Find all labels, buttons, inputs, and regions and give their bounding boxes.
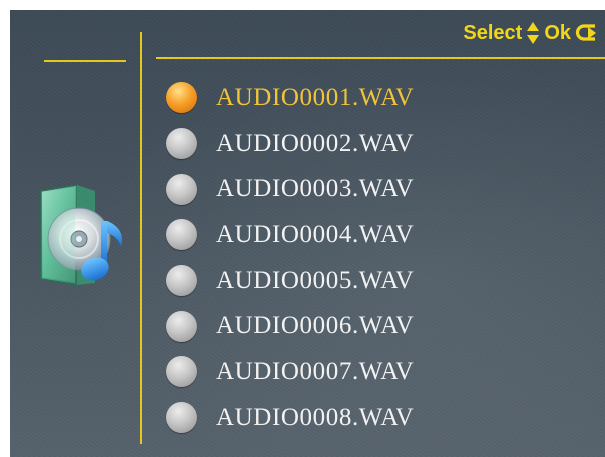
file-item-audio0002[interactable]: AUDIO0002.WAV: [166, 121, 414, 167]
bullet-icon: [166, 402, 197, 434]
left-divider-line: [44, 60, 126, 62]
file-name: AUDIO0002.WAV: [216, 129, 415, 157]
file-name: AUDIO0007.WAV: [216, 357, 415, 385]
file-item-audio0008[interactable]: AUDIO0008.WAV: [166, 395, 414, 441]
bullet-icon: [166, 265, 197, 297]
bullet-icon: [166, 219, 197, 251]
file-item-audio0005[interactable]: AUDIO0005.WAV: [166, 258, 414, 304]
file-name: AUDIO0003.WAV: [216, 175, 415, 203]
vertical-divider-line: [140, 32, 142, 444]
file-name: AUDIO0006.WAV: [216, 312, 415, 340]
file-list: AUDIO0001.WAV AUDIO0002.WAV AUDIO0003.WA…: [166, 75, 414, 441]
file-item-audio0003[interactable]: AUDIO0003.WAV: [166, 166, 414, 212]
file-name: AUDIO0008.WAV: [216, 403, 415, 431]
bullet-icon: [166, 128, 197, 160]
ok-hint-label: Ok: [544, 21, 571, 44]
bullet-icon: [166, 310, 197, 342]
file-item-audio0001[interactable]: AUDIO0001.WAV: [166, 75, 414, 121]
file-item-audio0006[interactable]: AUDIO0006.WAV: [166, 303, 414, 349]
file-name: AUDIO0001.WAV: [216, 83, 415, 111]
file-item-audio0007[interactable]: AUDIO0007.WAV: [166, 349, 414, 395]
top-divider-line: [156, 57, 605, 59]
bullet-icon: [166, 173, 197, 205]
music-cd-icon: [35, 183, 127, 293]
file-name: AUDIO0005.WAV: [216, 266, 415, 294]
select-hint-label: Select: [463, 21, 523, 44]
bullet-icon: [166, 356, 197, 388]
selected-bullet-icon: [166, 82, 197, 114]
up-down-arrows-icon: [526, 21, 540, 45]
file-name: AUDIO0004.WAV: [216, 220, 415, 248]
file-item-audio0004[interactable]: AUDIO0004.WAV: [166, 212, 414, 258]
return-arrow-icon: [575, 23, 597, 43]
audio-browser-screen: Select Ok AUDIO0001.WAV AUDIO0002.WAV AU…: [10, 10, 605, 457]
control-hint-bar: Select Ok: [463, 20, 597, 46]
